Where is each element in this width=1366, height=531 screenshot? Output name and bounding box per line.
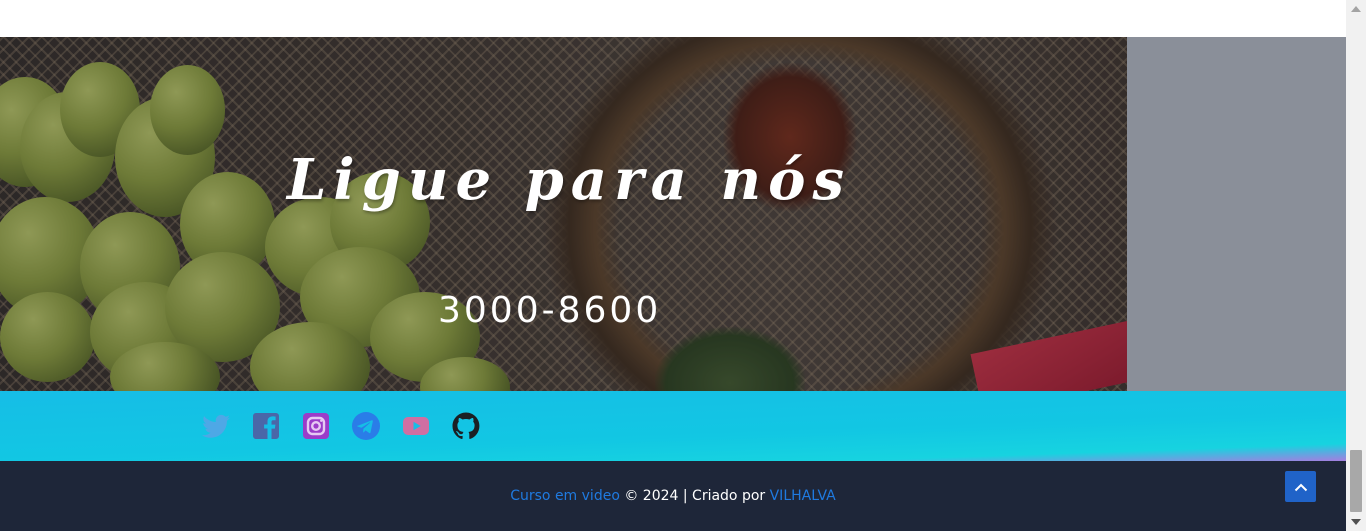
page-scrollbar[interactable] bbox=[1346, 0, 1366, 531]
site-footer: Curso em video © 2024 | Criado por VILHA… bbox=[0, 461, 1346, 531]
instagram-icon[interactable] bbox=[300, 410, 332, 442]
top-white-area bbox=[0, 0, 1346, 37]
scrollbar-thumb[interactable] bbox=[1350, 450, 1362, 512]
hero-title: Ligue para nós bbox=[287, 147, 851, 213]
hero-overlay bbox=[0, 37, 1127, 391]
vilhalva-link[interactable]: VILHALVA bbox=[770, 488, 836, 504]
youtube-icon[interactable] bbox=[400, 410, 432, 442]
social-band bbox=[0, 391, 1346, 461]
facebook-icon[interactable] bbox=[250, 410, 282, 442]
copyright-middle: © 2024 | Criado por bbox=[619, 488, 770, 504]
twitter-icon[interactable] bbox=[200, 410, 232, 442]
github-icon[interactable] bbox=[450, 410, 482, 442]
side-panel bbox=[1127, 37, 1346, 391]
back-to-top-button[interactable] bbox=[1285, 471, 1316, 502]
chevron-up-icon bbox=[1294, 483, 1307, 491]
telegram-icon[interactable] bbox=[350, 410, 382, 442]
scroll-down-arrow-icon[interactable] bbox=[1351, 519, 1361, 525]
curso-em-video-link[interactable]: Curso em video bbox=[510, 488, 620, 504]
page: Ligue para nós 3000-8600 Curso em video … bbox=[0, 0, 1366, 531]
contact-hero: Ligue para nós 3000-8600 bbox=[0, 37, 1127, 391]
scroll-up-arrow-icon[interactable] bbox=[1351, 6, 1361, 12]
social-links bbox=[200, 410, 482, 442]
phone-number: 3000-8600 bbox=[438, 290, 662, 331]
copyright-text: Curso em video © 2024 | Criado por VILHA… bbox=[0, 488, 1346, 504]
